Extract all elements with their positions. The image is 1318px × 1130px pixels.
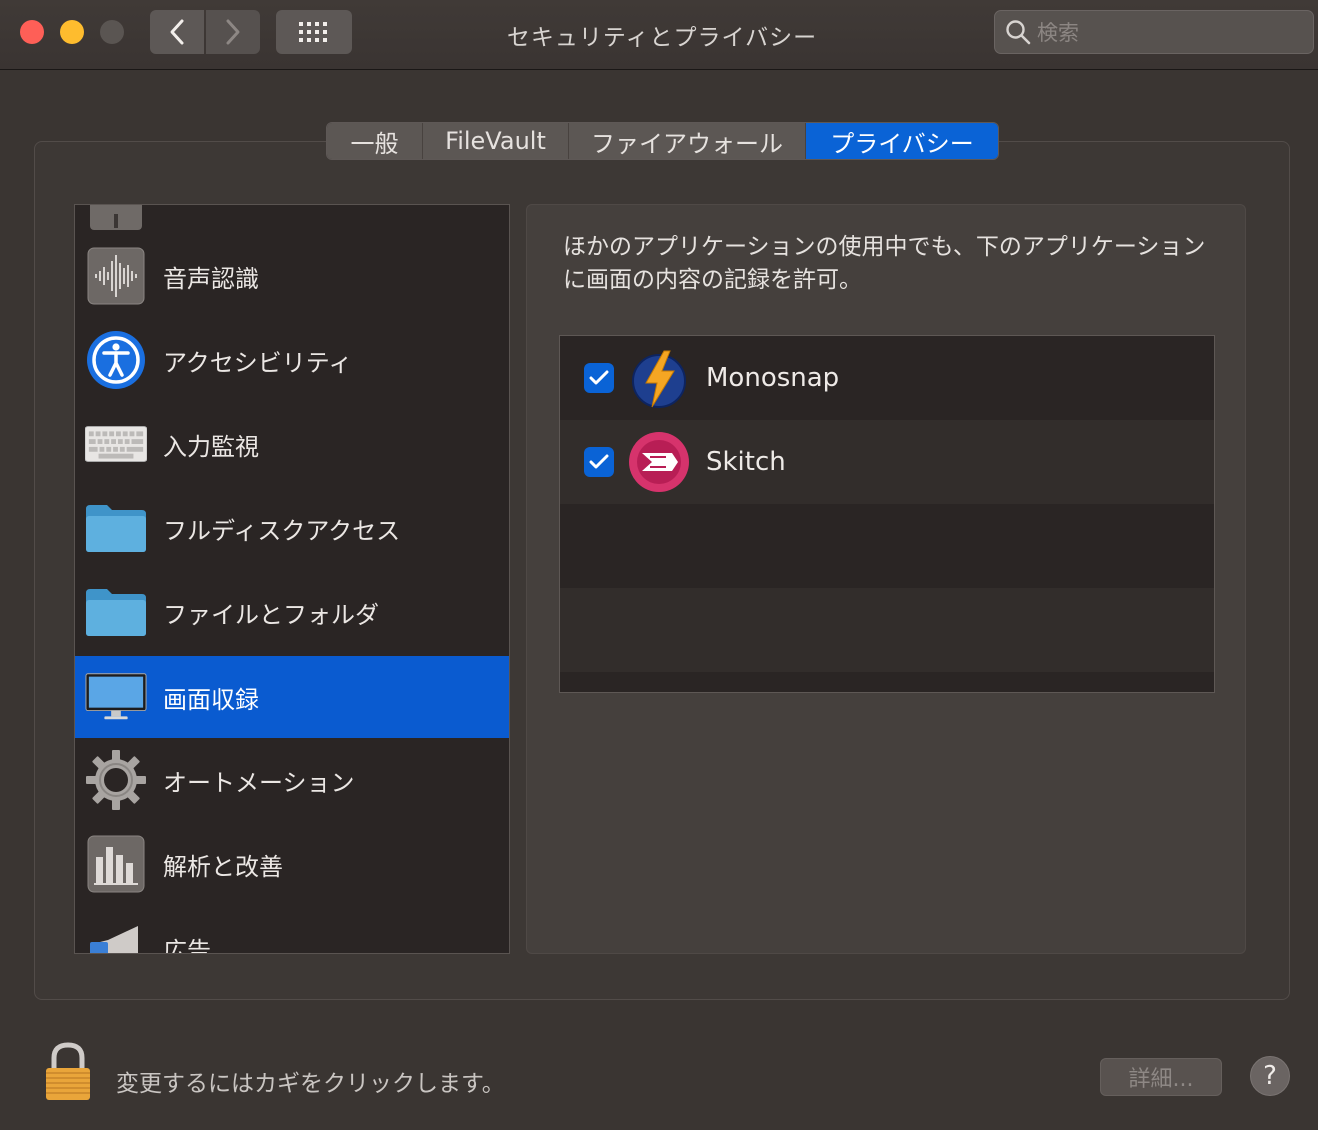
- privacy-category-list[interactable]: 音声認識 アクセシビリティ 入力監視 フルディスクアクセス ファイルとフォルダ …: [74, 204, 510, 954]
- title-bar: セキュリティとプライバシー 検索: [0, 0, 1318, 70]
- sidebar-item-label: フルディスクアクセス: [163, 516, 401, 545]
- sidebar-item-advertising[interactable]: 広告: [75, 907, 509, 954]
- sidebar-item-speech-recognition[interactable]: 音声認識: [75, 235, 509, 317]
- bar-chart-icon: [85, 833, 147, 895]
- tab-general[interactable]: 一般: [327, 123, 423, 159]
- megaphone-icon: [85, 917, 147, 953]
- search-placeholder: 検索: [1037, 21, 1079, 45]
- skitch-icon: [629, 432, 689, 492]
- sidebar-item-label: 画面収録: [163, 685, 259, 714]
- empty-row: [560, 588, 1214, 672]
- folder-icon: [85, 497, 147, 559]
- sidebar-item-input-monitoring[interactable]: 入力監視: [75, 403, 509, 485]
- sidebar-item-screen-recording[interactable]: 画面収録: [75, 656, 509, 738]
- skitch-checkbox[interactable]: [584, 447, 614, 477]
- sidebar-item-files-and-folders[interactable]: ファイルとフォルダ: [75, 571, 509, 653]
- accessibility-icon: [85, 329, 147, 391]
- speech-recognition-icon: [85, 245, 147, 307]
- sidebar-item-analytics[interactable]: 解析と改善: [75, 823, 509, 905]
- empty-row: [560, 504, 1214, 588]
- sidebar-item-label: 解析と改善: [163, 852, 283, 881]
- grid-icon: [299, 22, 327, 42]
- folder-icon: [85, 581, 147, 643]
- permission-description: ほかのアプリケーションの使用中でも、下のアプリケーションに画面の内容の記録を許可…: [563, 234, 1206, 293]
- help-button[interactable]: ?: [1250, 1056, 1290, 1096]
- sidebar-item-label: オートメーション: [163, 768, 355, 797]
- app-name: Monosnap: [706, 363, 840, 393]
- app-permission-list[interactable]: Monosnap Skitch: [559, 335, 1215, 693]
- monosnap-icon: [632, 350, 686, 408]
- checkmark-icon: [589, 370, 609, 385]
- sidebar-item-automation[interactable]: オートメーション: [75, 739, 509, 821]
- search-field[interactable]: 検索: [994, 10, 1314, 54]
- partial-icon: [85, 205, 147, 237]
- detail-pane: ほかのアプリケーションの使用中でも、下のアプリケーションに画面の内容の記録を許可…: [526, 204, 1246, 954]
- forward-button[interactable]: [206, 10, 260, 54]
- close-button[interactable]: [20, 20, 44, 44]
- chevron-right-icon: [226, 19, 240, 45]
- gear-icon: [85, 749, 147, 811]
- list-item[interactable]: Skitch: [560, 420, 1214, 504]
- search-icon: [1006, 20, 1031, 45]
- sidebar-item-full-disk-access[interactable]: フルディスクアクセス: [75, 487, 509, 569]
- sidebar-item-accessibility[interactable]: アクセシビリティ: [75, 319, 509, 401]
- lock-icon[interactable]: [44, 1042, 92, 1102]
- sidebar-item-label: 音声認識: [163, 264, 259, 293]
- window-title: セキュリティとプライバシー: [506, 25, 818, 51]
- zoom-button[interactable]: [100, 20, 124, 44]
- show-all-button[interactable]: [276, 10, 352, 54]
- sidebar-item-label: アクセシビリティ: [163, 348, 353, 377]
- chevron-left-icon: [170, 19, 184, 45]
- display-icon: [85, 666, 147, 728]
- back-button[interactable]: [150, 10, 204, 54]
- sidebar-item-label: 広告: [163, 936, 211, 954]
- lock-status-text: 変更するにはカギをクリックします。: [116, 1071, 505, 1097]
- app-name: Skitch: [706, 447, 786, 477]
- list-item[interactable]: Monosnap: [560, 336, 1214, 420]
- details-button[interactable]: 詳細...: [1100, 1058, 1222, 1096]
- tab-firewall[interactable]: ファイアウォール: [569, 123, 806, 159]
- minimize-button[interactable]: [60, 20, 84, 44]
- sidebar-item-label: 入力監視: [163, 432, 259, 461]
- monosnap-checkbox[interactable]: [584, 363, 614, 393]
- checkmark-icon: [589, 454, 609, 469]
- sidebar-item-label: ファイルとフォルダ: [163, 600, 379, 629]
- tab-filevault[interactable]: FileVault: [423, 123, 569, 159]
- tab-privacy[interactable]: プライバシー: [806, 123, 998, 159]
- keyboard-icon: [85, 413, 147, 475]
- tab-bar: 一般 FileVault ファイアウォール プライバシー: [326, 122, 999, 160]
